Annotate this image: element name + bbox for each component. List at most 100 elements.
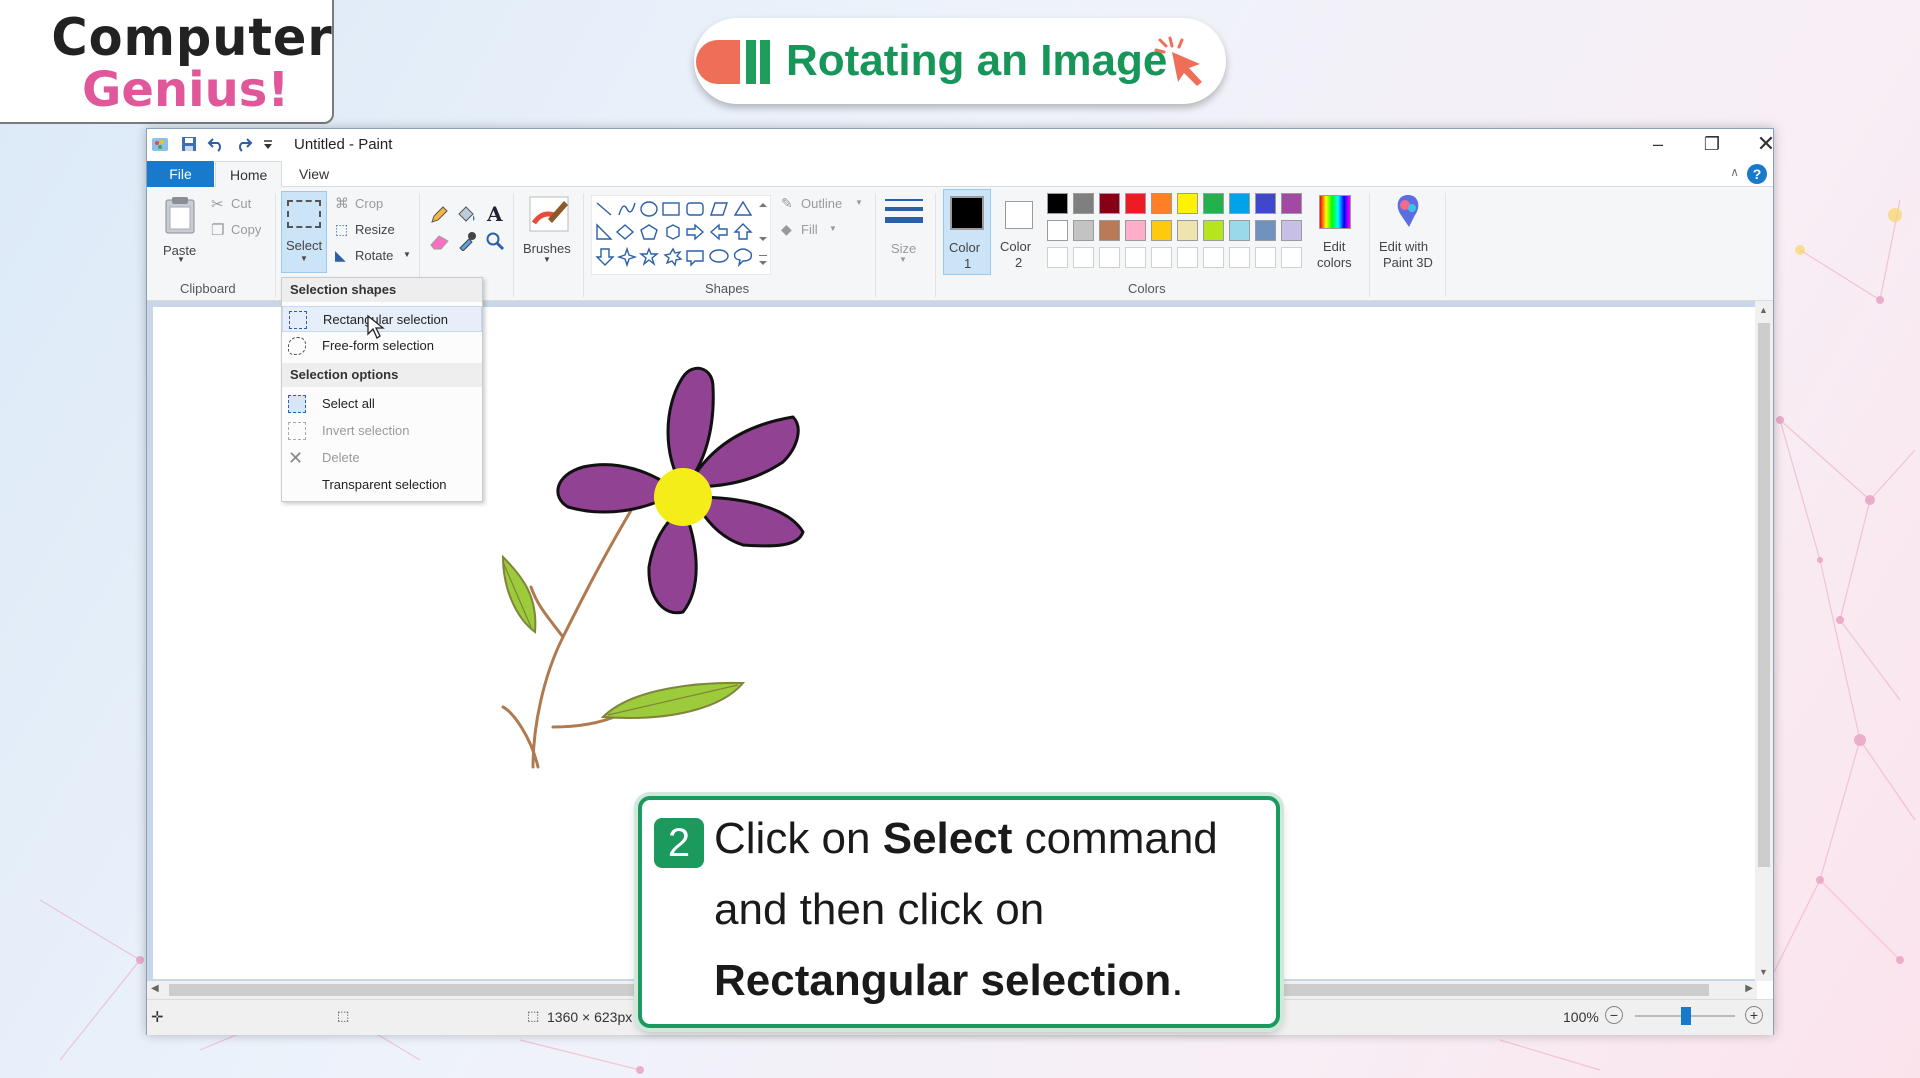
copy-label: Copy (231, 222, 262, 237)
palette-swatch[interactable] (1177, 193, 1198, 214)
palette-swatch[interactable] (1229, 193, 1250, 214)
color1-button[interactable]: Color 1 (943, 189, 991, 275)
fill-button[interactable]: ◆ Fill ▼ (781, 221, 841, 241)
custom-color-slot[interactable] (1177, 247, 1198, 268)
cut-button[interactable]: ✂ Cut (209, 195, 265, 215)
scroll-left-arrow-icon[interactable]: ◀ (151, 983, 159, 994)
color-picker-icon[interactable] (457, 231, 477, 251)
shapes-gallery[interactable] (591, 195, 771, 275)
color-palette (1047, 193, 1311, 273)
redo-icon[interactable] (235, 136, 253, 152)
instruction-line-2: and then click on (714, 885, 1045, 934)
menu-item-invert-selection[interactable]: Invert selection (282, 418, 482, 444)
paste-button[interactable]: Paste ▼ (155, 193, 205, 273)
crop-button[interactable]: ⌘ Crop (335, 195, 395, 215)
shapes-group-label: Shapes (705, 281, 750, 296)
rotate-label: Rotate (355, 248, 394, 263)
collapse-ribbon-chevron-icon[interactable]: ∧ (1730, 165, 1739, 179)
custom-color-slot[interactable] (1073, 247, 1094, 268)
invert-selection-icon (288, 422, 306, 440)
palette-swatch[interactable] (1073, 220, 1094, 241)
scissors-icon: ✂ (211, 196, 224, 213)
scroll-right-arrow-icon[interactable]: ▶ (1745, 983, 1753, 994)
outline-button[interactable]: ✎ Outline ▼ (781, 195, 865, 215)
customize-toolbar-icon[interactable] (263, 137, 273, 151)
select-label: Select (286, 238, 323, 253)
restore-button[interactable]: ❐ (1689, 131, 1735, 159)
scroll-down-arrow-icon[interactable]: ▼ (1759, 967, 1768, 977)
fill-label: Fill (801, 222, 818, 237)
palette-swatch[interactable] (1255, 220, 1276, 241)
tab-file[interactable]: File (147, 161, 214, 187)
close-button[interactable]: ✕ (1743, 131, 1789, 159)
custom-color-slot[interactable] (1047, 247, 1068, 268)
tab-view[interactable]: View (285, 161, 343, 187)
magnifier-icon[interactable] (485, 231, 505, 251)
custom-color-slot[interactable] (1203, 247, 1224, 268)
zoom-slider-thumb[interactable] (1681, 1007, 1691, 1025)
minimize-button[interactable]: – (1635, 131, 1681, 159)
custom-color-slot[interactable] (1255, 247, 1276, 268)
resize-button[interactable]: ⬚ Resize (335, 221, 405, 241)
size-button[interactable]: Size ▼ (881, 191, 927, 273)
palette-swatch[interactable] (1125, 193, 1146, 214)
text-icon[interactable]: A (485, 203, 505, 225)
selection-size-icon: ⬚ (337, 1008, 350, 1023)
fill-bucket-icon[interactable] (455, 205, 477, 225)
color2-swatch (1005, 201, 1033, 229)
palette-swatch[interactable] (1255, 193, 1276, 214)
custom-color-slot[interactable] (1281, 247, 1302, 268)
brushes-dropdown-arrow-icon: ▼ (543, 255, 551, 264)
palette-swatch[interactable] (1125, 220, 1146, 241)
title-bars-decoration (694, 40, 782, 84)
palette-swatch[interactable] (1073, 193, 1094, 214)
pencil-icon[interactable] (429, 205, 449, 225)
palette-swatch[interactable] (1047, 193, 1068, 214)
palette-swatch[interactable] (1203, 193, 1224, 214)
palette-swatch[interactable] (1099, 220, 1120, 241)
color1-swatch (950, 196, 984, 230)
help-icon[interactable]: ? (1747, 164, 1767, 184)
select-button[interactable]: Select ▼ (281, 191, 327, 273)
edit-with-paint3d-button[interactable]: Edit with Paint 3D (1373, 189, 1443, 275)
save-icon[interactable] (181, 136, 197, 152)
copy-icon: ❐ (211, 222, 225, 239)
palette-swatch[interactable] (1099, 193, 1120, 214)
rotate-button[interactable]: ◣ Rotate ▼ (335, 247, 415, 267)
selection-shapes-heading: Selection shapes (282, 278, 482, 302)
menu-item-select-all[interactable]: Select all (282, 391, 482, 417)
color2-button[interactable]: Color 2 (995, 189, 1043, 275)
instruction-line-3: Rectangular selection. (714, 956, 1184, 1005)
custom-color-slot[interactable] (1125, 247, 1146, 268)
eraser-icon[interactable] (429, 233, 451, 251)
palette-swatch[interactable] (1151, 220, 1172, 241)
palette-swatch[interactable] (1177, 220, 1198, 241)
edit-colors-button[interactable]: Edit colors (1307, 189, 1363, 275)
edit-colors-label-a: Edit (1323, 239, 1346, 254)
brushes-button[interactable]: Brushes ▼ (521, 191, 577, 273)
undo-icon[interactable] (207, 136, 225, 152)
palette-swatch[interactable] (1047, 220, 1068, 241)
vertical-scrollbar[interactable]: ▲ ▼ (1755, 301, 1773, 981)
zoom-in-icon[interactable]: + (1745, 1006, 1763, 1024)
menu-item-delete[interactable]: ✕ Delete (282, 445, 482, 471)
zoom-out-icon[interactable]: − (1605, 1006, 1623, 1024)
palette-swatch[interactable] (1229, 220, 1250, 241)
palette-swatch[interactable] (1203, 220, 1224, 241)
copy-button[interactable]: ❐ Copy (209, 221, 269, 241)
custom-color-slot[interactable] (1099, 247, 1120, 268)
menu-item-transparent-selection[interactable]: Transparent selection (282, 472, 482, 498)
zoom-slider[interactable] (1635, 1007, 1735, 1025)
tab-home[interactable]: Home (215, 161, 283, 188)
canvas-dimensions: 1360 × 623px (547, 1009, 633, 1025)
vertical-scroll-thumb[interactable] (1758, 323, 1770, 867)
palette-swatch[interactable] (1151, 193, 1172, 214)
custom-color-slot[interactable] (1151, 247, 1172, 268)
scroll-up-arrow-icon[interactable]: ▲ (1759, 305, 1768, 315)
palette-swatch[interactable] (1281, 193, 1302, 214)
color2-label-a: Color (1000, 239, 1032, 254)
custom-color-slot[interactable] (1229, 247, 1250, 268)
free-form-selection-label: Free-form selection (322, 338, 434, 353)
title-bar: Untitled - Paint – ❐ ✕ (147, 129, 1775, 161)
palette-swatch[interactable] (1281, 220, 1302, 241)
